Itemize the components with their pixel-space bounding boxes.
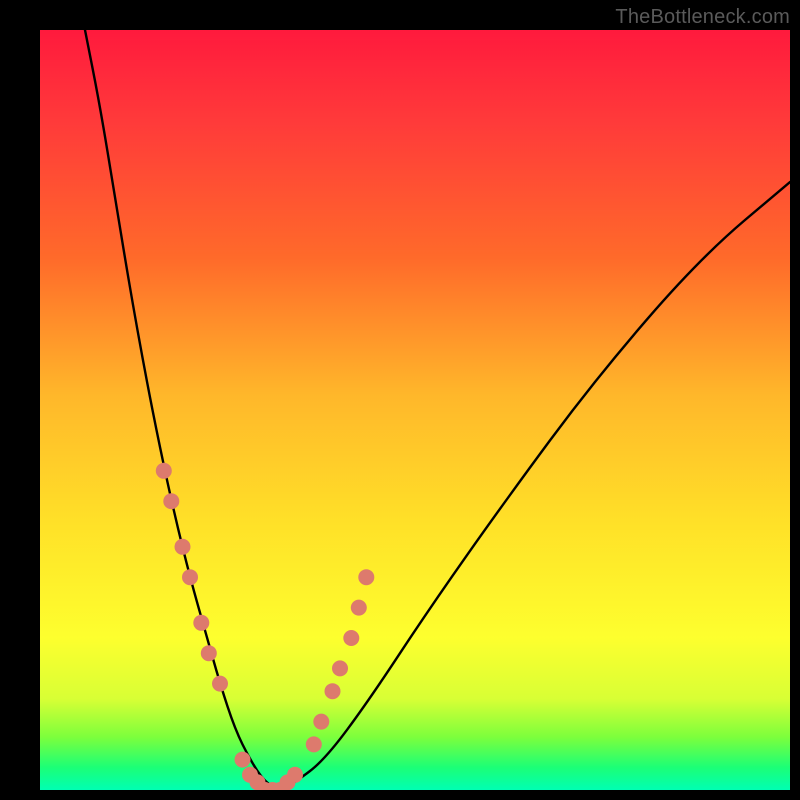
marker-dot — [325, 683, 341, 699]
marker-dot — [343, 630, 359, 646]
marker-dot — [358, 569, 374, 585]
marker-dot — [156, 463, 172, 479]
marker-dot — [235, 752, 251, 768]
marker-group — [156, 463, 374, 790]
bottleneck-curve-path — [85, 30, 790, 788]
watermark-text: TheBottleneck.com — [615, 6, 790, 29]
marker-dot — [201, 645, 217, 661]
marker-dot — [332, 660, 348, 676]
plot-area — [40, 30, 790, 790]
marker-dot — [182, 569, 198, 585]
chart-frame: TheBottleneck.com — [0, 0, 800, 800]
marker-dot — [351, 600, 367, 616]
marker-dot — [313, 714, 329, 730]
marker-dot — [306, 736, 322, 752]
marker-dot — [163, 493, 179, 509]
curve-layer — [40, 30, 790, 790]
marker-dot — [287, 767, 303, 783]
marker-dot — [212, 676, 228, 692]
marker-dot — [175, 539, 191, 555]
marker-dot — [193, 615, 209, 631]
